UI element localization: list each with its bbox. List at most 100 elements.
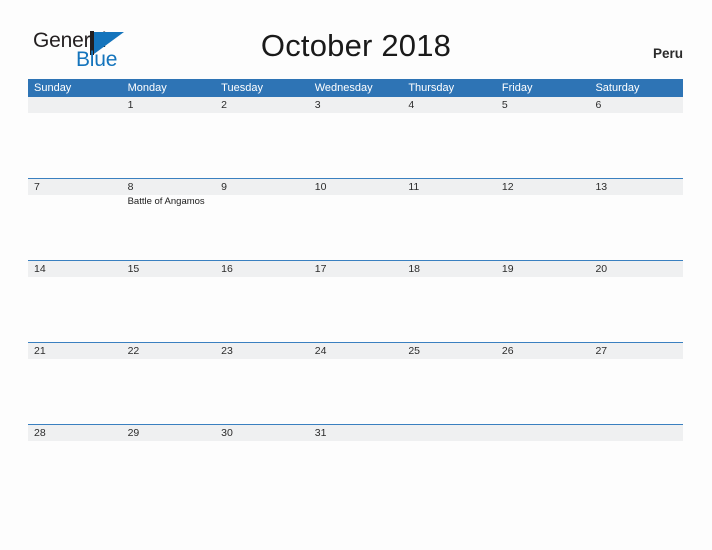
weekday-sunday: Sunday [34,82,72,94]
day-events [595,359,683,360]
region-label: Peru [652,46,683,61]
day-cell[interactable]: 29 [122,425,216,506]
calendar-week-row: 14 15 16 17 18 19 20 [28,260,683,342]
day-number: 31 [314,427,327,439]
page-header: General Blue October 2018 Peru [0,0,712,78]
calendar-weeks: 1 2 3 4 5 6 7 8 Battle of Angamos 9 10 11 12 13 14 15 16… [28,97,683,506]
day-events [34,195,122,196]
day-cell[interactable]: 16 [215,261,309,342]
day-number: 8 [127,181,134,193]
day-events [408,359,496,360]
day-cell[interactable]: 7 [28,179,122,260]
day-events [502,113,590,114]
calendar-week-row: 7 8 Battle of Angamos 9 10 11 12 13 [28,178,683,260]
day-cell[interactable]: 30 [215,425,309,506]
day-cell[interactable]: 13 [589,179,683,260]
day-cell[interactable]: 10 [309,179,403,260]
day-cell[interactable]: 11 [402,179,496,260]
day-number: 25 [408,345,420,357]
day-number: 24 [314,345,327,357]
weekday-monday: Monday [127,82,167,94]
day-number: 14 [34,263,46,275]
day-cell[interactable]: 4 [402,97,496,178]
day-events [408,425,496,426]
day-events [595,113,683,114]
day-number: 15 [127,263,140,275]
day-cell[interactable]: 3 [309,97,403,178]
day-number: 11 [408,181,420,193]
day-cell[interactable]: 15 [122,261,216,342]
day-number: 6 [595,99,602,111]
day-cell[interactable]: 8 Battle of Angamos [122,179,216,260]
day-cell[interactable]: 27 [589,343,683,424]
day-cell[interactable]: 9 [215,179,309,260]
day-events [315,359,403,360]
day-cell[interactable]: 20 [589,261,683,342]
day-cell[interactable]: 21 [28,343,122,424]
page-title: October 2018 [260,28,452,63]
day-number: 20 [595,263,608,275]
day-number: 29 [127,427,140,439]
day-events [595,195,683,196]
calendar-week-row: 21 22 23 24 25 26 27 [28,342,683,424]
day-cell[interactable]: 2 [215,97,309,178]
day-cell[interactable]: 18 [402,261,496,342]
calendar-grid: Sunday Monday Tuesday Wednesday Thursday… [28,79,683,506]
day-cell[interactable]: 12 [496,179,590,260]
day-events [502,359,590,360]
day-cell[interactable]: 26 [496,343,590,424]
day-events [315,195,403,196]
calendar-week-row: 28 29 30 31 [28,424,683,506]
week-cells: 21 22 23 24 25 26 27 [28,343,683,424]
day-events [408,113,496,114]
day-number: 5 [501,99,508,111]
week-cells: 7 8 Battle of Angamos 9 10 11 12 13 [28,179,683,260]
day-number: 27 [595,345,608,357]
day-events [221,441,309,442]
day-cell[interactable]: 24 [309,343,403,424]
weekday-tuesday: Tuesday [221,82,263,94]
day-cell[interactable]: 19 [496,261,590,342]
week-cells: 28 29 30 31 [28,425,683,506]
day-events [128,359,216,360]
day-number: 7 [34,181,40,193]
day-cell[interactable]: 25 [402,343,496,424]
day-events [34,441,122,442]
event-label: Battle of Angamos [127,196,205,207]
day-number: 9 [221,181,227,193]
day-events [128,277,216,278]
day-events [34,97,122,98]
day-events [221,113,309,114]
week-cells: 14 15 16 17 18 19 20 [28,261,683,342]
day-cell[interactable]: 14 [28,261,122,342]
day-cell[interactable]: 22 [122,343,216,424]
day-cell[interactable]: 6 [589,97,683,178]
week-cells: 1 2 3 4 5 6 [28,97,683,178]
day-number: 18 [408,263,420,275]
day-number: 12 [501,181,514,193]
day-events [128,441,216,442]
weekday-saturday: Saturday [595,82,640,94]
day-cell[interactable]: 23 [215,343,309,424]
day-events [315,113,403,114]
day-events [595,277,683,278]
day-number: 22 [127,345,140,357]
day-events [128,113,216,114]
day-number: 17 [314,263,327,275]
day-events [408,277,496,278]
day-number: 23 [221,345,233,357]
day-cell[interactable]: 28 [28,425,122,506]
day-events [221,277,309,278]
day-cell[interactable]: 5 [496,97,590,178]
day-events [221,359,309,360]
day-cell[interactable]: 17 [309,261,403,342]
day-cell-empty [28,97,122,178]
weekday-friday: Friday [501,82,533,94]
day-cell-empty [496,425,590,506]
day-number: 30 [221,427,233,439]
day-cell[interactable]: 31 [309,425,403,506]
day-number: 2 [221,99,227,111]
day-events [315,277,403,278]
day-number: 3 [314,99,321,111]
day-cell[interactable]: 1 [122,97,216,178]
